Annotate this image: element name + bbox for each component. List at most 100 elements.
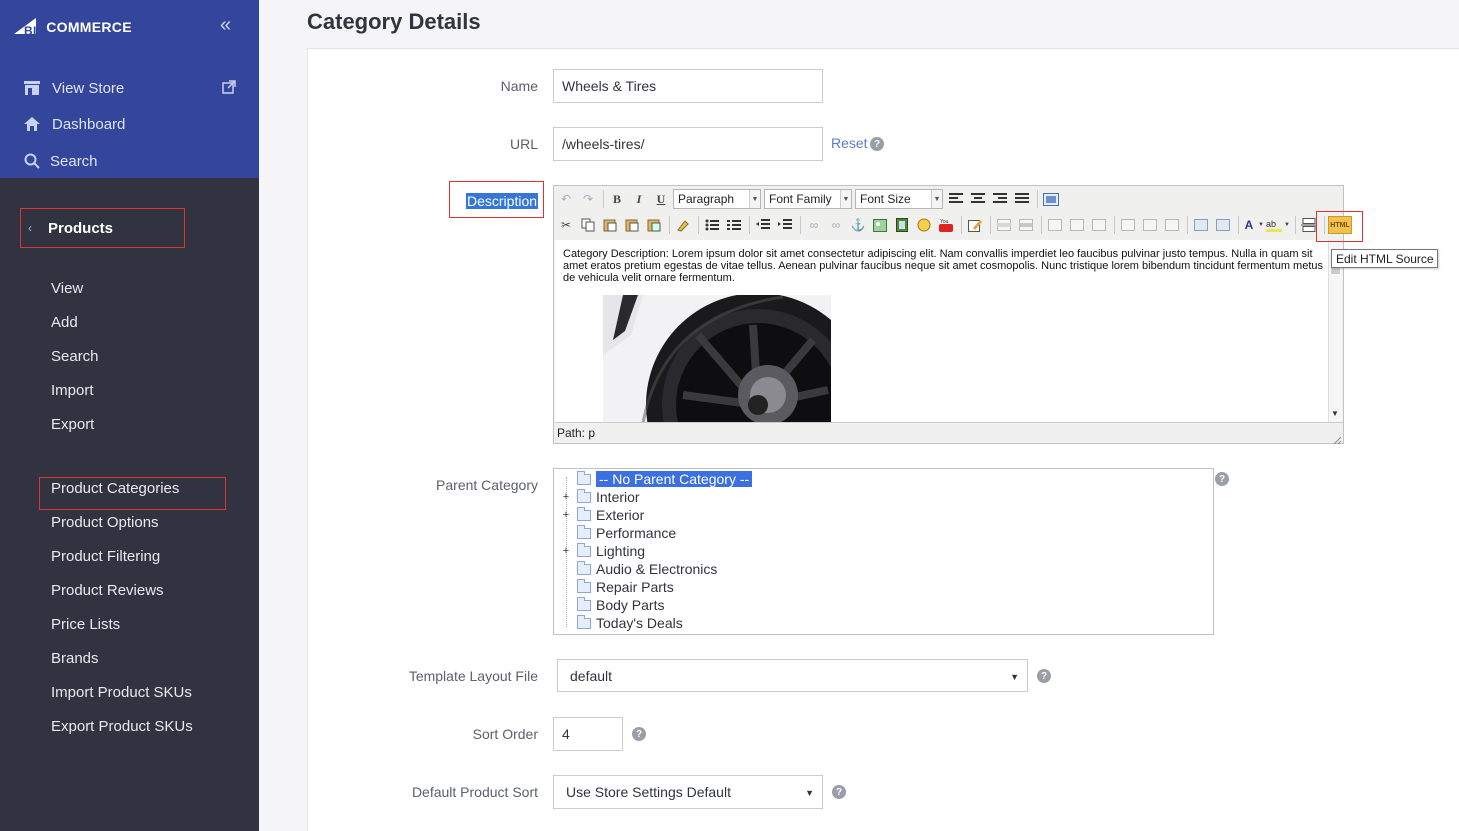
tree-item[interactable]: + Lighting [554, 542, 645, 560]
svg-text:You: You [940, 219, 949, 225]
folder-icon [577, 614, 591, 629]
editor-content-area[interactable]: Category Description: Lorem ipsum dolor … [555, 240, 1328, 422]
tree-item[interactable]: -- No Parent Category -- [554, 470, 753, 488]
sidebar-item-product-reviews[interactable]: Product Reviews [51, 581, 164, 601]
youtube-icon[interactable]: You [936, 215, 956, 235]
tree-item[interactable]: Performance [554, 524, 676, 542]
sidebar-item-dashboard[interactable]: Dashboard [22, 112, 125, 136]
align-justify-icon[interactable] [1012, 189, 1032, 209]
sidebar-item-price-lists[interactable]: Price Lists [51, 615, 120, 635]
highlight-color-icon[interactable]: ab [1266, 215, 1282, 235]
italic-button[interactable]: I [629, 189, 649, 209]
fullscreen-icon[interactable] [1041, 189, 1061, 209]
sidebar-item-product-filtering[interactable]: Product Filtering [51, 547, 160, 567]
numbered-list-icon[interactable] [724, 215, 744, 235]
redo-icon[interactable]: ↷ [578, 189, 598, 209]
delete-col-icon[interactable] [1089, 215, 1109, 235]
font-size-select[interactable]: Font Size ▼ [855, 189, 943, 209]
font-family-select[interactable]: Font Family ▼ [764, 189, 852, 209]
external-link-icon[interactable] [222, 80, 236, 99]
sidebar-item-product-options[interactable]: Product Options [51, 513, 159, 533]
tree-item[interactable]: Today's Deals [554, 614, 683, 632]
tree-item[interactable]: Audio & Electronics [554, 560, 717, 578]
unlink-icon[interactable]: ∞ [826, 215, 846, 235]
toolbar-divider [961, 216, 962, 234]
template-help-icon[interactable]: ? [1037, 669, 1051, 683]
align-right-icon[interactable] [990, 189, 1010, 209]
parent-category-help-icon[interactable]: ? [1215, 472, 1229, 486]
outdent-icon[interactable] [753, 215, 773, 235]
sidebar-item-import[interactable]: Import [51, 381, 94, 401]
copy-icon[interactable] [578, 215, 598, 235]
indent-icon[interactable] [775, 215, 795, 235]
insert-row-icon[interactable] [994, 215, 1014, 235]
expand-icon[interactable]: + [560, 545, 572, 557]
sidebar-item-search[interactable]: Search [22, 149, 98, 173]
tree-item[interactable]: + Exterior [554, 506, 644, 524]
default-sort-help-icon[interactable]: ? [832, 785, 846, 799]
clear-formatting-icon[interactable] [673, 215, 693, 235]
bold-button[interactable]: B [607, 189, 627, 209]
media-icon[interactable] [892, 215, 912, 235]
align-left-icon[interactable] [946, 189, 966, 209]
sidebar-item-add[interactable]: Add [51, 313, 78, 333]
url-input[interactable]: /wheels-tires/ [553, 127, 823, 161]
sidebar-section-products[interactable]: ‹ Products [20, 208, 185, 248]
url-help-icon[interactable]: ? [870, 137, 884, 151]
sidebar-item-product-categories[interactable]: Product Categories [51, 479, 179, 499]
default-sort-select[interactable]: Use Store Settings Default ▼ [553, 775, 823, 809]
col-before-icon[interactable] [1045, 215, 1065, 235]
tree-item[interactable]: Body Parts [554, 596, 664, 614]
sidebar-item-import-skus[interactable]: Import Product SKUs [51, 683, 192, 703]
tree-item-label: Repair Parts [596, 579, 674, 595]
sort-order-help-icon[interactable]: ? [632, 727, 646, 741]
cut-icon[interactable]: ✂ [556, 215, 576, 235]
format-select[interactable]: Paragraph ▼ [673, 189, 761, 209]
table-row-props-icon[interactable] [1213, 215, 1233, 235]
sidebar-item-export-skus[interactable]: Export Product SKUs [51, 717, 193, 737]
expand-icon[interactable]: + [560, 491, 572, 503]
folder-icon [577, 578, 591, 593]
undo-icon[interactable]: ↶ [556, 189, 576, 209]
link-icon[interactable]: ∞ [804, 215, 824, 235]
scroll-down-icon[interactable]: ▼ [1331, 409, 1339, 418]
paste-word-icon[interactable] [644, 215, 664, 235]
reset-url-link[interactable]: Reset [831, 135, 868, 151]
col-after-icon[interactable] [1067, 215, 1087, 235]
sidebar-item-view-store[interactable]: View Store [22, 76, 124, 100]
underline-button[interactable]: U [651, 189, 671, 209]
anchor-icon[interactable]: ⚓ [848, 215, 868, 235]
tree-item-label: -- No Parent Category -- [596, 471, 753, 487]
chevron-down-icon[interactable]: ▼ [1258, 215, 1264, 235]
table-icon[interactable] [1191, 215, 1211, 235]
merge-cells-icon[interactable] [1140, 215, 1160, 235]
emoticon-icon[interactable] [914, 215, 934, 235]
collapse-sidebar-icon[interactable]: « [220, 14, 231, 37]
sidebar-item-brands[interactable]: Brands [51, 649, 99, 669]
tree-item[interactable]: + Interior [554, 488, 640, 506]
bullet-list-icon[interactable] [702, 215, 722, 235]
chevron-down-icon[interactable]: ▼ [1284, 215, 1290, 235]
delete-row-icon[interactable] [1016, 215, 1036, 235]
edit-icon[interactable] [965, 215, 985, 235]
sort-order-input[interactable]: 4 [553, 717, 623, 751]
split-cells-icon[interactable] [1118, 215, 1138, 235]
tree-item[interactable]: Repair Parts [554, 578, 674, 596]
table-props-icon[interactable] [1162, 215, 1182, 235]
font-color-icon[interactable]: A [1242, 215, 1256, 235]
paste-icon[interactable] [600, 215, 620, 235]
chevron-down-icon: ▼ [931, 190, 942, 208]
toolbar-divider [669, 216, 670, 234]
align-center-icon[interactable] [968, 189, 988, 209]
image-icon[interactable] [870, 215, 890, 235]
sidebar-item-export[interactable]: Export [51, 415, 94, 435]
sidebar: BIGCOMMERCE « View Store Dashboard Searc… [0, 0, 259, 831]
sidebar-item-view[interactable]: View [51, 279, 83, 299]
expand-icon[interactable]: + [560, 509, 572, 521]
paste-text-icon[interactable] [622, 215, 642, 235]
sidebar-item-search-products[interactable]: Search [51, 347, 99, 367]
name-input[interactable]: Wheels & Tires [553, 69, 823, 103]
template-layout-select[interactable]: default ▼ [557, 659, 1028, 692]
resize-handle-icon[interactable] [1332, 432, 1342, 445]
path-text: Path: p [557, 426, 596, 440]
